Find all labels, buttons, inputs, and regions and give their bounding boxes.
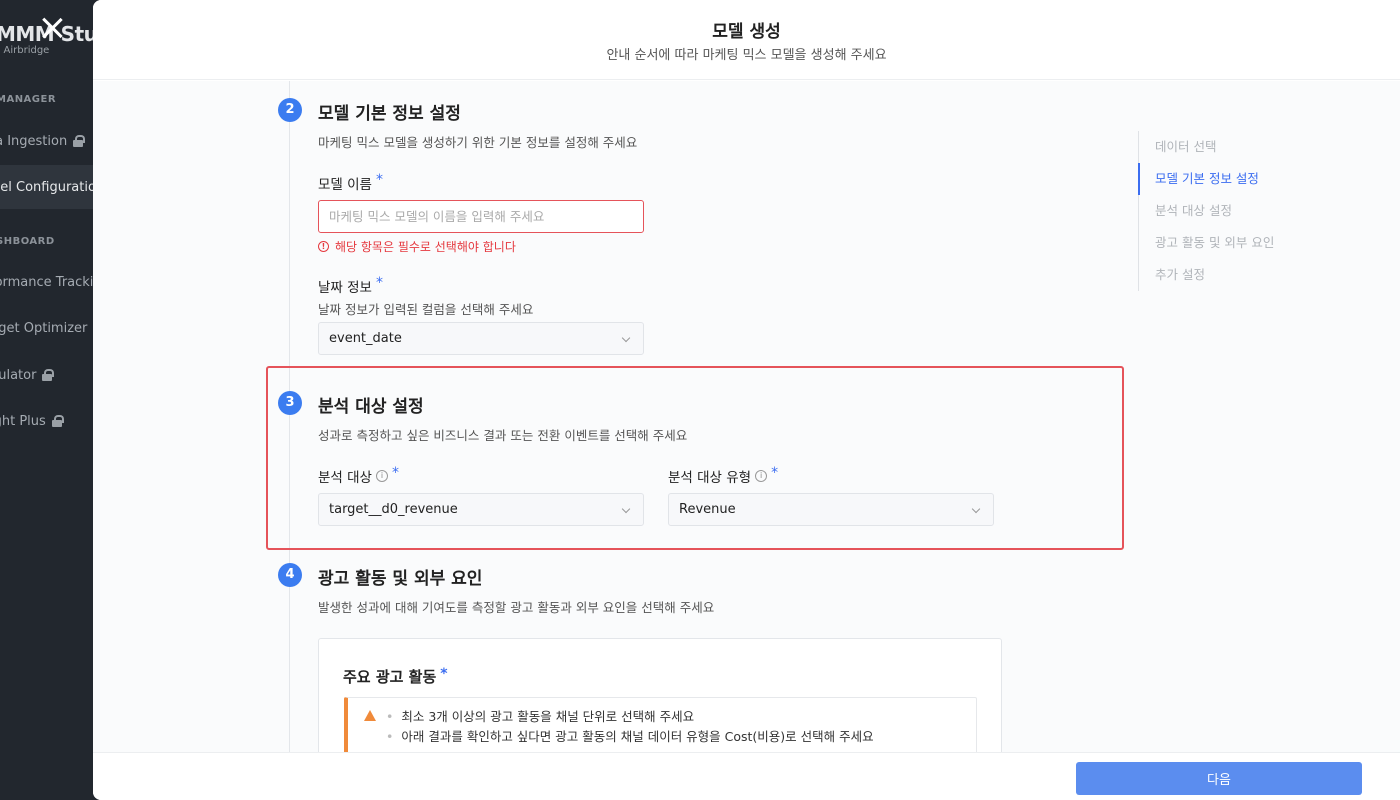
sidebar-item-simulator[interactable]: nulator	[0, 365, 55, 385]
create-model-modal: 모델 생성 안내 순서에 따라 마케팅 믹스 모델을 생성해 주세요 2 모델 …	[93, 0, 1400, 800]
info-icon[interactable]: i	[375, 470, 388, 482]
modal-footer: 다음	[93, 752, 1400, 800]
info-icon[interactable]: i	[755, 470, 768, 482]
step-nav-model-basic-info[interactable]: 모델 기본 정보 설정	[1138, 163, 1318, 195]
required-mark: *	[771, 465, 779, 481]
analysis-target-type-label: 분석 대상 유형 i *	[668, 465, 779, 486]
required-mark: *	[375, 172, 383, 188]
required-mark: *	[391, 465, 399, 481]
step-2-description: 마케팅 믹스 모델을 생성하기 위한 기본 정보를 설정해 주세요	[318, 135, 638, 150]
date-info-label: 날짜 정보 *	[318, 275, 383, 296]
error-icon: !	[318, 241, 329, 252]
analysis-target-label: 분석 대상 i *	[318, 465, 399, 486]
step-4-badge: 4	[278, 563, 302, 587]
warning-item: 최소 3개 이상의 광고 활동을 채널 단위로 선택해 주세요	[386, 707, 874, 727]
modal-title: 모델 생성	[712, 22, 781, 42]
model-name-label: 모델 이름 *	[318, 172, 383, 193]
required-mark: *	[375, 275, 383, 291]
step-2-badge: 2	[278, 98, 302, 122]
step-4-description: 발생한 성과에 대해 기여도를 측정할 광고 활동과 외부 요인을 선택해 주세…	[318, 600, 715, 615]
main-ad-activity-card: 주요 광고 활동* 최소 3개 이상의 광고 활동을 채널 단위로 선택해 주세…	[318, 638, 1002, 752]
step-3-badge: 3	[278, 391, 302, 415]
model-name-error: ! 해당 항목은 필수로 선택해야 합니다	[318, 238, 516, 255]
step-2-title: 모델 기본 정보 설정	[318, 104, 461, 124]
step-nav-ad-activity[interactable]: 광고 활동 및 외부 요인	[1139, 227, 1318, 259]
card-title: 주요 광고 활동 *	[343, 665, 448, 687]
app-logo-subtitle: n Airbridge	[0, 45, 50, 56]
date-info-description: 날짜 정보가 입력된 컬럼을 선택해 주세요	[318, 302, 534, 317]
step-navigation: 데이터 선택 모델 기본 정보 설정 분석 대상 설정 광고 활동 및 외부 요…	[1138, 131, 1318, 291]
step-3-description: 성과로 측정하고 싶은 비즈니스 결과 또는 전환 이벤트를 선택해 주세요	[318, 428, 688, 443]
sidebar-item-budget-optimizer[interactable]: dget Optimizer	[0, 318, 87, 338]
step-nav-additional-settings[interactable]: 추가 설정	[1139, 259, 1318, 291]
step-nav-analysis-target[interactable]: 분석 대상 설정	[1139, 195, 1318, 227]
required-mark: *	[440, 665, 448, 682]
date-column-select[interactable]: event_date	[318, 322, 644, 355]
warning-notice: 최소 3개 이상의 광고 활동을 채널 단위로 선택해 주세요 아래 결과를 확…	[344, 697, 977, 752]
chevron-down-icon	[621, 333, 631, 343]
chevron-down-icon	[971, 504, 981, 514]
step-3-title: 분석 대상 설정	[318, 397, 424, 417]
modal-body[interactable]: 2 모델 기본 정보 설정 마케팅 믹스 모델을 생성하기 위한 기본 정보를 …	[93, 81, 1400, 752]
sidebar-item-data-ingestion[interactable]: ta Ingestion	[0, 131, 86, 151]
sidebar-section-manager: MANAGER	[0, 94, 57, 105]
warning-item: 아래 결과를 확인하고 싶다면 광고 활동의 채널 데이터 유형을 Cost(비…	[386, 727, 873, 747]
lock-icon	[73, 135, 86, 147]
warning-icon	[364, 710, 376, 721]
modal-subtitle: 안내 순서에 따라 마케팅 믹스 모델을 생성해 주세요	[606, 48, 887, 63]
sidebar-item-insight-plus[interactable]: ight Plus	[0, 411, 64, 431]
close-icon[interactable]	[38, 14, 66, 42]
analysis-target-select[interactable]: target__d0_revenue	[318, 493, 644, 526]
sidebar-section-dashboard: SHBOARD	[0, 236, 55, 247]
lock-icon	[42, 369, 55, 381]
next-button[interactable]: 다음	[1076, 762, 1362, 795]
modal-header: 모델 생성 안내 순서에 따라 마케팅 믹스 모델을 생성해 주세요	[93, 0, 1400, 80]
chevron-down-icon	[621, 504, 631, 514]
step-4-title: 광고 활동 및 외부 요인	[318, 569, 483, 589]
step-nav-data-selection[interactable]: 데이터 선택	[1139, 131, 1318, 163]
lock-icon	[51, 415, 64, 427]
warning-list: 최소 3개 이상의 광고 활동을 채널 단위로 선택해 주세요 아래 결과를 확…	[386, 707, 874, 747]
model-name-input[interactable]	[318, 200, 644, 233]
analysis-target-type-select[interactable]: Revenue	[668, 493, 994, 526]
